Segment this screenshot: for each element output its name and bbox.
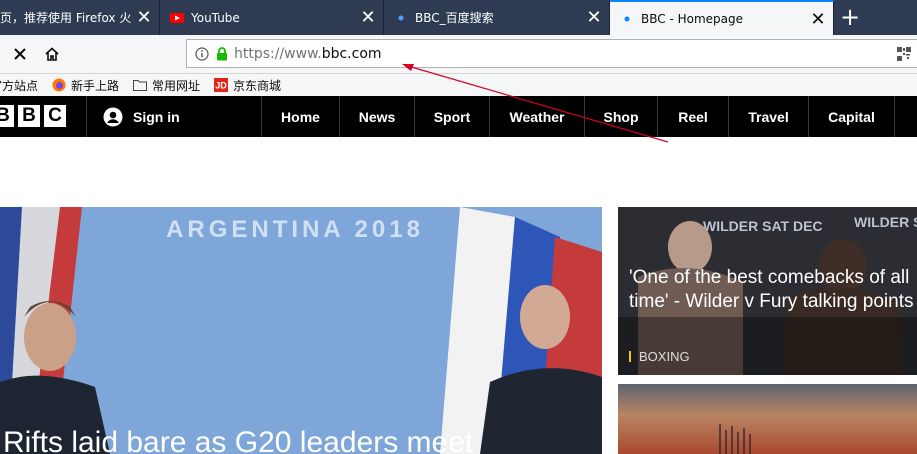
- bookmark-jd[interactable]: JD 京东商城: [214, 77, 281, 94]
- qr-code-icon[interactable]: [897, 47, 911, 61]
- bookmark-label: 常用网址: [152, 78, 201, 93]
- tag-marker: [629, 351, 631, 362]
- nav-travel[interactable]: Travel: [728, 96, 808, 137]
- nav-home[interactable]: Home: [261, 96, 339, 137]
- bookmark-label: 官方站点: [0, 78, 39, 93]
- story-image-sunset[interactable]: [618, 384, 917, 454]
- bookmark-common-sites[interactable]: 常用网址: [133, 77, 200, 94]
- firefox-icon: [52, 78, 66, 92]
- tab-strip: 页，推荐使用 Firefox 火 ✕ YouTube ✕ BBC_百度搜索 ✕ …: [0, 0, 917, 36]
- nav-weather[interactable]: Weather: [489, 96, 584, 137]
- nav-reel[interactable]: Reel: [657, 96, 728, 137]
- tab-firefox-home[interactable]: 页，推荐使用 Firefox 火 ✕: [0, 0, 160, 35]
- bbc-logo-letter: C: [44, 105, 66, 127]
- info-icon[interactable]: [195, 46, 209, 61]
- bbc-logo-letter: B: [18, 105, 40, 127]
- tab-youtube[interactable]: YouTube ✕: [160, 0, 384, 35]
- bookmark-label: 京东商城: [233, 78, 282, 93]
- url-bar[interactable]: https://www.bbc.com: [186, 39, 917, 68]
- home-icon[interactable]: [40, 42, 64, 66]
- folder-icon: [133, 78, 148, 92]
- navigation-bar: https://www.bbc.com: [0, 35, 917, 74]
- sunset-image: [618, 384, 917, 454]
- dot-icon: [394, 11, 408, 25]
- tab-title: YouTube: [191, 10, 240, 25]
- nav-shop[interactable]: Shop: [584, 96, 657, 137]
- nav-more[interactable]: [894, 96, 914, 137]
- nav-news[interactable]: News: [339, 96, 414, 137]
- url-prefix: https://www.: [234, 45, 322, 62]
- tag-label: BOXING: [639, 349, 690, 364]
- nav-sport[interactable]: Sport: [414, 96, 489, 137]
- tab-baidu-search[interactable]: BBC_百度搜索 ✕: [384, 0, 610, 35]
- nav-capital[interactable]: Capital: [808, 96, 894, 137]
- story2-tag[interactable]: BOXING: [629, 349, 690, 364]
- bbc-nav: Home News Sport Weather Shop Reel Travel…: [261, 96, 914, 137]
- tab-title: 页，推荐使用 Firefox 火: [0, 11, 132, 25]
- close-icon[interactable]: ✕: [135, 7, 153, 28]
- hero-backdrop-text: ARGENTINA 2018: [166, 216, 424, 243]
- bookmark-getting-started[interactable]: 新手上路: [52, 77, 119, 94]
- jd-icon: JD: [214, 78, 229, 92]
- bbc-header: B B C Sign in Home News Sport Weather Sh…: [0, 96, 917, 137]
- hero-image: ARGENTINA 2018: [0, 207, 602, 454]
- bbc-logo[interactable]: B B C: [0, 105, 66, 127]
- stop-icon[interactable]: [8, 42, 32, 66]
- story-boxing[interactable]: WILDER SAT DEC WILDER SAT DEC 'One of th…: [618, 207, 917, 375]
- tab-bbc-homepage[interactable]: BBC - Homepage ✕: [610, 0, 834, 36]
- user-icon: [103, 107, 123, 127]
- close-icon[interactable]: ✕: [809, 9, 827, 30]
- url-domain: bbc.com: [321, 45, 382, 62]
- dot-icon: [620, 12, 634, 26]
- bbc-logo-letter: B: [0, 105, 14, 127]
- tab-title: BBC_百度搜索: [415, 11, 494, 25]
- sign-in-label: Sign in: [133, 108, 180, 125]
- close-icon[interactable]: ✕: [359, 7, 377, 28]
- bookmarks-bar: 官方站点 新手上路 常用网址 JD 京东商城: [0, 74, 917, 96]
- bookmark-official-site[interactable]: 官方站点: [0, 77, 38, 94]
- close-icon[interactable]: ✕: [585, 7, 603, 28]
- lock-icon[interactable]: [216, 46, 228, 61]
- svg-text:JD: JD: [215, 81, 227, 91]
- boxing-backdrop-text-left: WILDER SAT DEC: [703, 218, 823, 234]
- tab-title: BBC - Homepage: [641, 12, 743, 26]
- bookmark-label: 新手上路: [71, 78, 120, 93]
- hero-story[interactable]: ARGENTINA 2018 Rifts laid bare as G20 le…: [0, 207, 602, 454]
- boxing-backdrop-text-right: WILDER SAT DEC: [854, 214, 917, 230]
- story2-headline[interactable]: 'One of the best comebacks of all time' …: [629, 266, 914, 314]
- hero-headline[interactable]: Rifts laid bare as G20 leaders meet: [3, 425, 473, 454]
- new-tab-button[interactable]: +: [836, 3, 864, 31]
- sign-in-button[interactable]: Sign in: [86, 96, 261, 137]
- youtube-icon: [170, 11, 184, 25]
- url-text[interactable]: https://www.bbc.com: [234, 46, 382, 62]
